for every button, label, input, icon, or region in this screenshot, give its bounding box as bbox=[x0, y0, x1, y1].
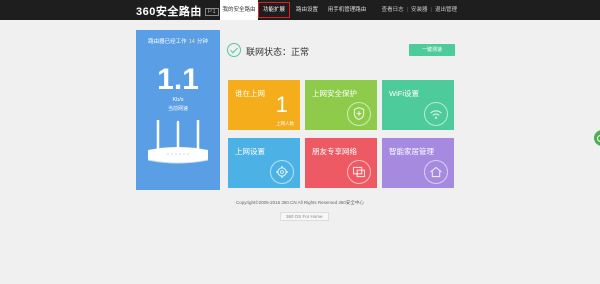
tile-internet-settings[interactable]: 上网设置 bbox=[228, 138, 300, 188]
uptime: 路由器已经工作 14 分钟 bbox=[148, 39, 208, 45]
tab-my-router[interactable]: 我的安全路由 bbox=[220, 0, 258, 20]
connection-status: 联网状态：正常 bbox=[246, 47, 310, 57]
online-count-label: 上网人数 bbox=[276, 121, 294, 126]
router-icon bbox=[147, 120, 209, 164]
header-links: 查看日志 | 安装器 | 退出管理 bbox=[381, 7, 457, 13]
tile-title: 智能家居管理 bbox=[389, 147, 434, 156]
link-view-log[interactable]: 查看日志 bbox=[382, 7, 404, 13]
tab-router-settings[interactable]: 路由设置 bbox=[290, 0, 324, 20]
screens-icon bbox=[347, 160, 371, 184]
tile-wifi-settings[interactable]: WiFi设置 bbox=[382, 80, 454, 130]
os-link[interactable]: 360 OS For Home bbox=[280, 212, 329, 221]
tile-title: WiFi设置 bbox=[389, 89, 419, 98]
home-icon bbox=[424, 160, 448, 184]
check-circle-icon bbox=[227, 43, 241, 57]
tile-who-online[interactable]: 谁在上网 1 上网人数 bbox=[228, 80, 300, 130]
tile-friends-network[interactable]: 朋友专享网络 bbox=[305, 138, 377, 188]
tab-feature-extension[interactable]: 功能扩展 bbox=[258, 0, 290, 20]
gear-icon bbox=[270, 160, 294, 184]
tile-title: 朋友专享网络 bbox=[312, 147, 357, 156]
speed-test-button[interactable]: 一键测速 bbox=[409, 44, 455, 56]
copyright: Copyright©2005-2016 360.CN All Rights Re… bbox=[236, 200, 364, 205]
tile-title: 上网安全保护 bbox=[312, 89, 357, 98]
chat-bubble-icon[interactable] bbox=[594, 130, 600, 146]
tab-mobile-manage[interactable]: 用手机管理路由 bbox=[324, 0, 370, 20]
tile-title: 谁在上网 bbox=[235, 89, 265, 98]
router-status-panel: 路由器已经工作 14 分钟 1.1 Kb/s 当前网速 bbox=[136, 30, 220, 190]
online-count: 1 bbox=[275, 92, 288, 117]
tile-title: 上网设置 bbox=[235, 147, 265, 156]
current-speed: 1.1 bbox=[157, 63, 199, 96]
speed-unit: Kb/s bbox=[172, 97, 184, 103]
tile-security-protection[interactable]: 上网安全保护 bbox=[305, 80, 377, 130]
logo[interactable]: 360安全路由 P1 bbox=[136, 3, 220, 19]
shield-plus-icon bbox=[347, 102, 371, 126]
model-badge: P1 bbox=[204, 8, 220, 17]
speed-label: 当前网速 bbox=[167, 106, 188, 112]
link-installer[interactable]: 安装器 bbox=[411, 7, 428, 13]
tile-smart-home[interactable]: 智能家居管理 bbox=[382, 138, 454, 188]
top-bar: 360安全路由 P1 我的安全路由 功能扩展 路由设置 用手机管理路由 查看日志 |… bbox=[0, 0, 600, 20]
link-logout[interactable]: 退出管理 bbox=[435, 7, 457, 13]
wifi-icon bbox=[424, 102, 448, 126]
